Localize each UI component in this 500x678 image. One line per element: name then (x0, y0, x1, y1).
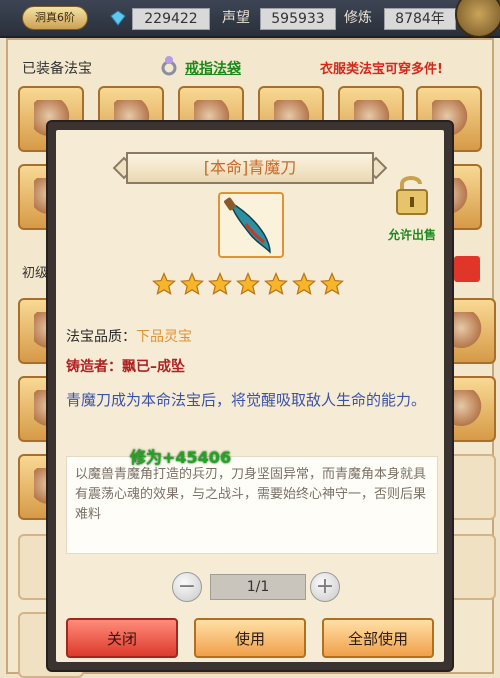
section-label: 初级 (22, 266, 49, 281)
smith-label: 铸造者： (66, 359, 122, 375)
cultivation-value: 8784年 (384, 8, 456, 30)
item-detail-dialog: [本命]青魔刀 允许出售 法宝品质：下品灵宝 铸造者：飘已–成坠 青魔刀成为本命… (48, 122, 452, 670)
page-indicator: 1/1 (210, 574, 306, 600)
quality-label: 法宝品质： (66, 329, 136, 345)
prestige-label: 声望 (222, 10, 250, 26)
star-icon (208, 272, 232, 296)
gem-icon (110, 10, 126, 26)
prestige-value: 595933 (260, 8, 336, 30)
top-status-bar: 洞真6阶 229422 声望 595933 修炼 8784年 (0, 0, 500, 38)
item-icon-frame (218, 192, 284, 258)
star-icon (292, 272, 316, 296)
description-box: 以魔兽青魔角打造的兵刃，刀身坚固异常，而青魔角本身就具有震荡心魂的效果，与之战斗… (66, 456, 438, 554)
cultivation-label: 修炼 (344, 10, 372, 26)
equipped-title: 已装备法宝 (22, 61, 92, 77)
ring-bag-link[interactable]: 戒指法袋 (185, 58, 241, 78)
minus-button[interactable]: − (172, 572, 202, 602)
realm-badge: 洞真6阶 (22, 6, 88, 30)
close-button[interactable]: 关闭 (66, 618, 178, 658)
section-tab[interactable] (454, 256, 480, 282)
corner-ornament (455, 0, 500, 38)
effect-text: 青魔刀成为本命法宝后，将觉醒吸取敌人生命的能力。 (66, 391, 427, 409)
use-button[interactable]: 使用 (194, 618, 306, 658)
minus-icon: − (177, 574, 197, 599)
star-icon (320, 272, 344, 296)
star-icon (180, 272, 204, 296)
dialog-body: [本命]青魔刀 允许出售 法宝品质：下品灵宝 铸造者：飘已–成坠 青魔刀成为本命… (56, 130, 444, 662)
plus-icon: + (315, 574, 335, 599)
quality-row: 法宝品质：下品灵宝 (66, 326, 192, 346)
clothing-note: 衣服类法宝可穿多件! (320, 62, 443, 77)
blade-icon (224, 197, 271, 254)
star-rating (152, 272, 348, 300)
star-icon (152, 272, 176, 296)
ring-icon (161, 56, 177, 76)
quantity-pager: − 1/1 + (172, 572, 340, 604)
plus-button[interactable]: + (310, 572, 340, 602)
gem-value: 229422 (132, 8, 210, 30)
star-icon (264, 272, 288, 296)
cultivation-gain: 修为+45406 (130, 448, 232, 467)
item-title: [本命]青魔刀 (126, 152, 374, 184)
smith-row: 铸造者：飘已–成坠 (66, 356, 185, 376)
use-all-button[interactable]: 全部使用 (322, 618, 434, 658)
smith-value: 飘已–成坠 (122, 359, 185, 375)
allow-sale-label: 允许出售 (388, 228, 437, 242)
unlock-icon (396, 176, 428, 215)
quality-value: 下品灵宝 (136, 329, 192, 345)
star-icon (236, 272, 260, 296)
